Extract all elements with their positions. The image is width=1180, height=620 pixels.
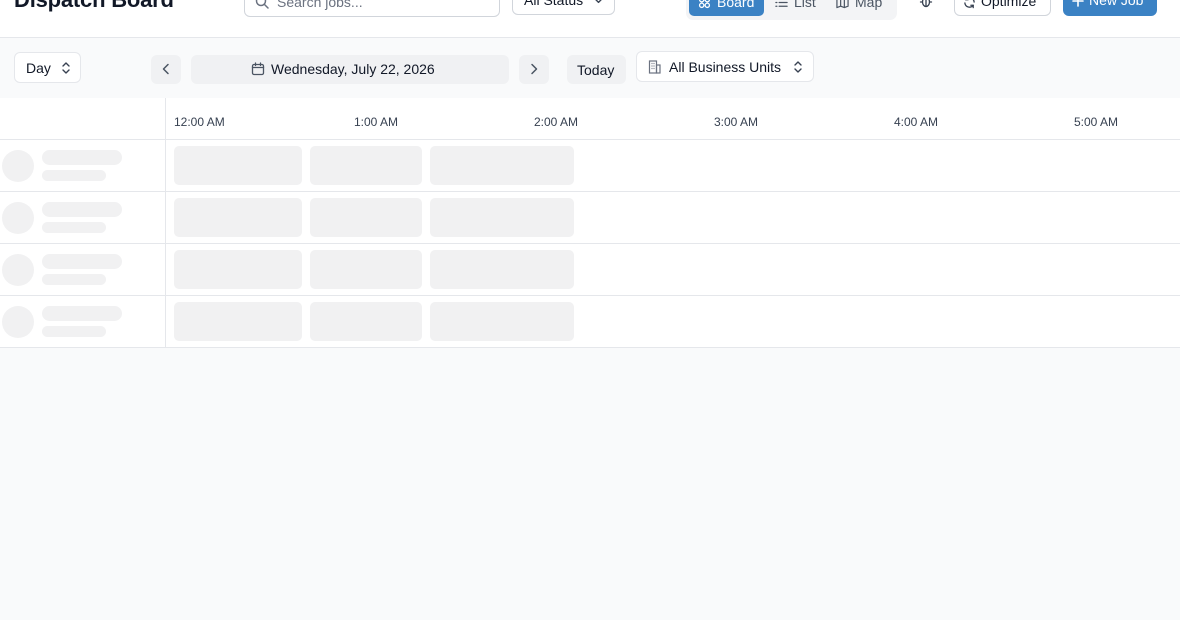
date-picker-button[interactable]: Wednesday, July 22, 2026: [191, 55, 509, 84]
chevron-left-icon: [161, 63, 171, 75]
name-skeleton: [42, 306, 122, 321]
hour-label: 12:00 AM: [174, 115, 225, 129]
technician-row-skeleton: [0, 296, 1180, 348]
job-block-skeleton: [430, 302, 574, 341]
job-block-skeleton: [430, 198, 574, 237]
name-skeleton: [42, 254, 122, 269]
view-toggle: Board List Map: [686, 0, 897, 20]
plus-icon: [1072, 0, 1084, 7]
page-title: Dispatch Board: [14, 0, 174, 13]
name-skeleton: [42, 202, 122, 217]
business-unit-select[interactable]: All Business Units: [636, 51, 814, 82]
technician-row-skeleton: [0, 244, 1180, 296]
search-icon: [255, 0, 269, 9]
status-filter-label: All Status: [524, 0, 584, 8]
job-block-skeleton: [174, 250, 302, 289]
technician-row-skeleton: [0, 140, 1180, 192]
chevron-up-down-icon: [60, 61, 72, 75]
period-select[interactable]: Day: [14, 52, 81, 83]
chevron-up-down-icon: [792, 60, 804, 74]
name-skeleton: [42, 150, 122, 165]
technician-row-skeleton: [0, 192, 1180, 244]
today-label: Today: [577, 62, 615, 78]
new-job-label: New Job: [1089, 0, 1144, 8]
view-map-label: Map: [855, 0, 883, 10]
map-icon: [836, 0, 849, 9]
column-divider: [165, 98, 166, 348]
subtitle-skeleton: [42, 326, 106, 337]
search-box[interactable]: [244, 0, 500, 17]
avatar-skeleton: [2, 254, 34, 286]
job-block-skeleton: [310, 146, 422, 185]
previous-day-button[interactable]: [151, 55, 181, 84]
avatar-skeleton: [2, 150, 34, 182]
hour-label: 2:00 AM: [534, 115, 579, 129]
top-header: Dispatch Board All Status Board List: [0, 0, 1180, 38]
debug-button[interactable]: [912, 0, 940, 14]
bug-icon: [919, 0, 933, 8]
job-block-skeleton: [430, 250, 574, 289]
hour-label: 4:00 AM: [894, 115, 939, 129]
view-board-label: Board: [717, 0, 755, 10]
search-input[interactable]: [277, 0, 487, 12]
new-job-button[interactable]: New Job: [1063, 0, 1157, 16]
board-icon: [698, 0, 711, 9]
view-list-button[interactable]: List: [766, 0, 824, 16]
view-map-button[interactable]: Map: [827, 0, 893, 16]
hour-label: 5:00 AM: [1074, 115, 1119, 129]
building-icon: [648, 60, 661, 74]
refresh-icon: [963, 0, 976, 9]
list-icon: [775, 0, 788, 9]
subtitle-skeleton: [42, 274, 106, 285]
status-filter-select[interactable]: All Status: [512, 0, 615, 15]
job-block-skeleton: [430, 146, 574, 185]
subtitle-skeleton: [42, 222, 106, 233]
chevron-down-icon: [593, 0, 604, 6]
optimize-button[interactable]: Optimize: [954, 0, 1051, 16]
job-block-skeleton: [310, 302, 422, 341]
avatar-skeleton: [2, 306, 34, 338]
subtitle-skeleton: [42, 170, 106, 181]
view-board-button[interactable]: Board: [689, 0, 764, 16]
job-block-skeleton: [310, 198, 422, 237]
current-date-label: Wednesday, July 22, 2026: [271, 61, 435, 77]
job-block-skeleton: [174, 198, 302, 237]
job-block-skeleton: [174, 146, 302, 185]
next-day-button[interactable]: [519, 55, 549, 84]
business-unit-label: All Business Units: [669, 59, 782, 75]
optimize-label: Optimize: [981, 0, 1037, 9]
job-block-skeleton: [174, 302, 302, 341]
today-button[interactable]: Today: [567, 55, 626, 84]
calendar-icon: [251, 62, 265, 76]
avatar-skeleton: [2, 202, 34, 234]
timeline-header: 12:00 AM 1:00 AM 2:00 AM 3:00 AM 4:00 AM…: [0, 98, 1180, 140]
chevron-right-icon: [529, 63, 539, 75]
hour-label: 3:00 AM: [714, 115, 759, 129]
period-label: Day: [26, 60, 51, 76]
view-list-label: List: [794, 0, 816, 10]
dispatch-board-grid: 12:00 AM 1:00 AM 2:00 AM 3:00 AM 4:00 AM…: [0, 98, 1180, 348]
hour-label: 1:00 AM: [354, 115, 399, 129]
job-block-skeleton: [310, 250, 422, 289]
